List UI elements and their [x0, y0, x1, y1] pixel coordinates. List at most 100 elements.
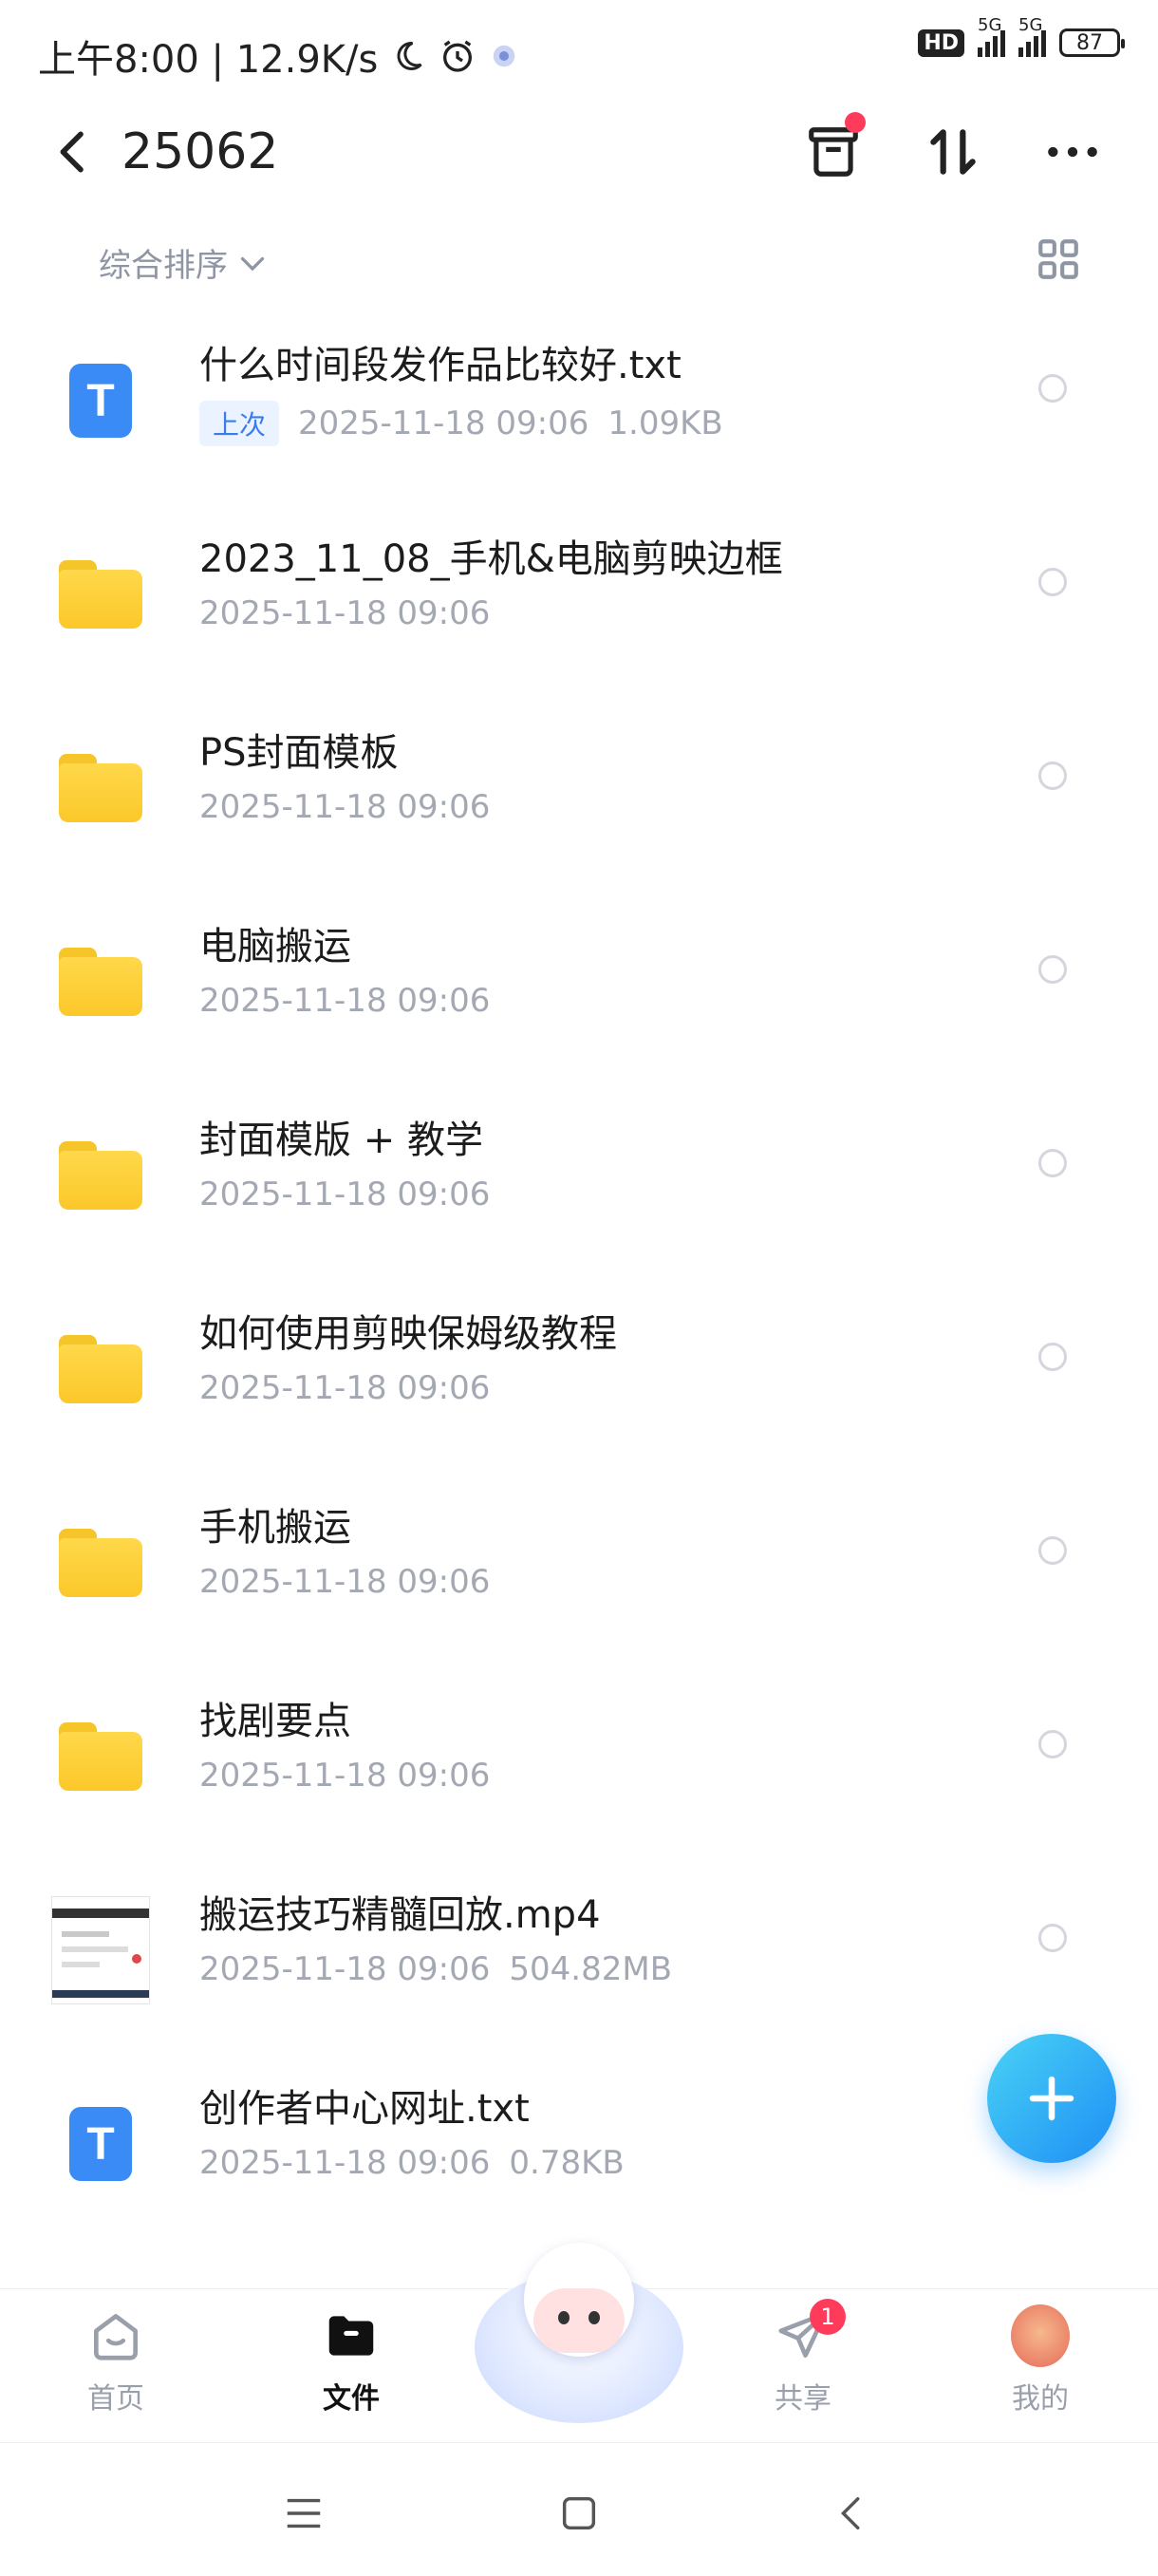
file-meta: 2025-11-18 09:06: [199, 982, 490, 1020]
file-row[interactable]: 2023_11_08_手机&电脑剪映边框 2025-11-18 09:06: [0, 498, 1158, 691]
file-size: 0.78KB: [509, 2144, 625, 2182]
status-time-speed: 上午8:00 | 12.9K/s: [38, 38, 379, 82]
tab-share-label: 共享: [775, 2382, 831, 2416]
folder-icon: [51, 739, 150, 837]
sort-label: 综合排序: [99, 247, 228, 285]
back-nav-button[interactable]: [824, 2485, 881, 2542]
back-button[interactable]: [47, 125, 101, 179]
file-date: 2025-11-18 09:06: [298, 404, 589, 442]
tab-me[interactable]: 我的: [974, 2304, 1107, 2416]
file-name: 搬运技巧精髓回放.mp4: [199, 1893, 601, 1937]
more-dots-icon: [1048, 146, 1097, 158]
file-meta: 2025-11-18 09:06: [199, 594, 490, 632]
file-name: 什么时间段发作品比较好.txt: [199, 344, 682, 387]
add-button[interactable]: [987, 2034, 1116, 2163]
file-row[interactable]: PS封面模板 2025-11-18 09:06: [0, 691, 1158, 885]
select-checkbox[interactable]: [1038, 1343, 1067, 1371]
status-right: HD 5G 5G 87: [918, 15, 1125, 57]
tab-share[interactable]: 1 共享: [737, 2299, 869, 2416]
txt-glyph: T: [69, 2107, 132, 2181]
tab-me-label: 我的: [1012, 2382, 1069, 2416]
back-triangle-icon: [840, 2496, 860, 2530]
more-button[interactable]: [1038, 118, 1107, 186]
file-date: 2025-11-18 09:06: [199, 1369, 491, 1407]
alarm-icon: [443, 40, 473, 72]
chevron-down-icon: [240, 256, 265, 271]
sort-bar: 综合排序: [0, 228, 1158, 294]
file-date: 2025-11-18 09:06: [199, 2144, 491, 2182]
avatar: [1011, 2304, 1070, 2367]
file-row[interactable]: T 创作者中心网址.txt 2025-11-18 09:06 0.78KB: [0, 2047, 1158, 2241]
paper-plane-icon: 1: [774, 2299, 846, 2365]
transfer-button[interactable]: [919, 118, 987, 186]
folder-icon: [51, 932, 150, 1031]
home-nav-button[interactable]: [551, 2485, 607, 2542]
tab-files-label: 文件: [323, 2382, 380, 2416]
file-row[interactable]: 搬运技巧精髓回放.mp4 2025-11-18 09:06 504.82MB: [0, 1853, 1158, 2047]
file-row[interactable]: T 什么时间段发作品比较好.txt 上次 2025-11-18 09:06 1.…: [0, 304, 1158, 498]
file-row[interactable]: 如何使用剪映保姆级教程 2025-11-18 09:06: [0, 1272, 1158, 1466]
file-date: 2025-11-18 09:06: [199, 788, 491, 826]
last-opened-badge: 上次: [199, 401, 280, 446]
file-meta: 2025-11-18 09:06: [199, 1757, 490, 1795]
file-name: PS封面模板: [199, 731, 399, 775]
network-type-label-2: 5G: [1018, 15, 1043, 35]
battery-level: 87: [1076, 30, 1103, 55]
file-meta: 2025-11-18 09:06: [199, 1369, 490, 1407]
file-name: 手机搬运: [199, 1506, 351, 1550]
file-meta: 上次 2025-11-18 09:06 1.09KB: [199, 401, 723, 446]
select-checkbox[interactable]: [1038, 374, 1067, 403]
file-row[interactable]: 手机搬运 2025-11-18 09:06: [0, 1466, 1158, 1660]
file-row[interactable]: 电脑搬运 2025-11-18 09:06: [0, 885, 1158, 1079]
select-checkbox[interactable]: [1038, 1536, 1067, 1565]
battery-icon: 87: [1059, 28, 1125, 57]
recycle-bin-button[interactable]: [799, 112, 868, 186]
file-size: 1.09KB: [607, 404, 723, 442]
file-name: 2023_11_08_手机&电脑剪映边框: [199, 537, 783, 581]
hd-icon: HD: [918, 28, 964, 57]
moon-icon: [397, 41, 422, 70]
select-checkbox[interactable]: [1038, 762, 1067, 790]
signal-icon-2: 5G: [1018, 15, 1046, 57]
share-badge: 1: [810, 2299, 846, 2335]
file-row[interactable]: 找剧要点 2025-11-18 09:06: [0, 1660, 1158, 1853]
txt-file-icon: T: [51, 2095, 150, 2193]
file-date: 2025-11-18 09:06: [199, 1757, 491, 1795]
file-name: 封面模版 + 教学: [199, 1119, 483, 1162]
video-thumbnail: [51, 1896, 150, 2004]
folder-icon: [51, 1126, 150, 1225]
txt-glyph: T: [69, 364, 132, 438]
square-icon: [562, 2496, 596, 2530]
sort-dropdown[interactable]: 综合排序: [99, 239, 270, 286]
select-checkbox[interactable]: [1038, 1730, 1067, 1758]
app-notification-icon: [494, 45, 515, 67]
chevron-left-icon: [60, 131, 84, 173]
folder-icon: [51, 545, 150, 644]
folder-tab-icon: [322, 2306, 381, 2365]
sort-arrows-icon: [930, 129, 976, 175]
file-date: 2025-11-18 09:06: [199, 594, 491, 632]
status-left: 上午8:00 | 12.9K/s: [38, 28, 518, 84]
file-name: 如何使用剪映保姆级教程: [199, 1312, 617, 1356]
select-checkbox[interactable]: [1038, 1924, 1067, 1952]
file-row[interactable]: 封面模版 + 教学 2025-11-18 09:06: [0, 1079, 1158, 1272]
grid-view-icon: [1038, 239, 1078, 279]
select-checkbox[interactable]: [1038, 568, 1067, 596]
view-toggle-button[interactable]: [1035, 235, 1082, 283]
assistant-mascot-button[interactable]: [475, 2233, 683, 2423]
network-type-label: 5G: [978, 15, 1002, 35]
txt-file-icon: T: [51, 351, 150, 450]
file-name: 创作者中心网址.txt: [199, 2087, 530, 2131]
status-bar: 上午8:00 | 12.9K/s HD 5G 5G 87: [0, 0, 1158, 95]
folder-icon: [51, 1514, 150, 1612]
file-name: 找剧要点: [199, 1700, 351, 1743]
app-header: 25062: [0, 104, 1158, 199]
select-checkbox[interactable]: [1038, 955, 1067, 984]
select-checkbox[interactable]: [1038, 1149, 1067, 1177]
tab-files[interactable]: 文件: [285, 2306, 418, 2416]
file-meta: 2025-11-18 09:06 504.82MB: [199, 1950, 672, 1988]
tab-home[interactable]: 首页: [49, 2306, 182, 2416]
folder-icon: [51, 1707, 150, 1806]
menu-icon: [287, 2498, 321, 2529]
menu-nav-button[interactable]: [275, 2485, 332, 2542]
